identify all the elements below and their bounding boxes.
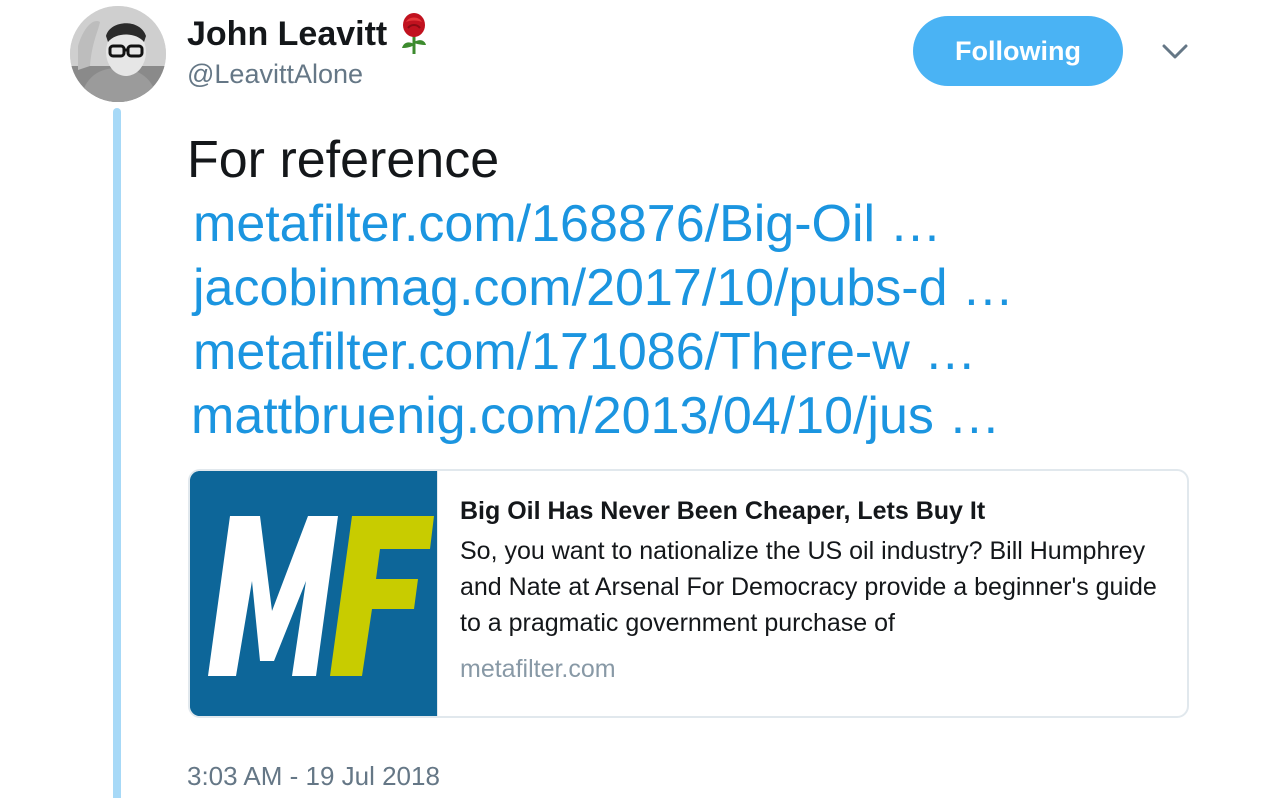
- tweet-link-2[interactable]: jacobinmag.com/2017/10/pubs-d …: [193, 256, 1014, 320]
- avatar-image: [70, 6, 166, 102]
- metafilter-logo-icon: [190, 471, 437, 716]
- tweet-link-3[interactable]: metafilter.com/171086/There-w …: [193, 320, 1014, 384]
- card-title: Big Oil Has Never Been Cheaper, Lets Buy…: [460, 497, 986, 525]
- thread-line: [113, 108, 121, 798]
- chevron-down-icon[interactable]: [1157, 36, 1193, 68]
- avatar[interactable]: [70, 6, 166, 102]
- card-body: Big Oil Has Never Been Cheaper, Lets Buy…: [437, 471, 1187, 716]
- rose-icon: [397, 12, 431, 56]
- display-name[interactable]: John Leavitt: [187, 14, 387, 54]
- tweet-link-4[interactable]: mattbruenig.com/2013/04/10/jus …: [191, 384, 1014, 448]
- tweet-body: For reference: [187, 131, 500, 189]
- handle[interactable]: @LeavittAlone: [187, 58, 363, 90]
- card-thumbnail: [190, 471, 437, 716]
- link-preview-card[interactable]: Big Oil Has Never Been Cheaper, Lets Buy…: [188, 469, 1189, 718]
- following-button[interactable]: Following: [913, 16, 1123, 86]
- tweet-link-1[interactable]: metafilter.com/168876/Big-Oil …: [193, 192, 1014, 256]
- author-name-row[interactable]: John Leavitt: [187, 12, 431, 56]
- card-domain: metafilter.com: [460, 655, 616, 683]
- tweet-text: For reference metafilter.com/168876/Big-…: [187, 128, 1014, 448]
- card-description: So, you want to nationalize the US oil i…: [460, 537, 1157, 637]
- tweet-timestamp[interactable]: 3:03 AM - 19 Jul 2018: [187, 760, 440, 792]
